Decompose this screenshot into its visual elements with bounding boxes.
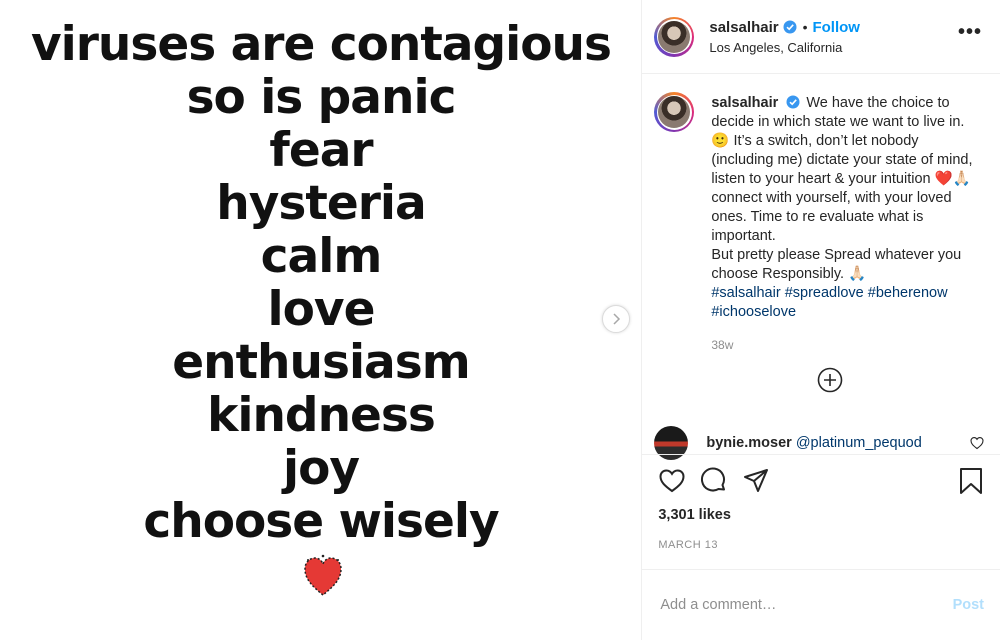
save-bookmark-icon[interactable] <box>958 467 984 495</box>
location-link[interactable]: Los Angeles, California <box>709 40 860 55</box>
verified-badge-icon <box>783 20 797 34</box>
poster-line: calm <box>260 229 383 284</box>
post-time[interactable]: 38w <box>711 336 977 355</box>
comment-text: bynie.moser @platinum_pequod <box>706 435 921 451</box>
poster-line: love <box>267 282 376 337</box>
commenter-username-link[interactable]: bynie.moser <box>706 435 791 451</box>
verified-badge-icon <box>786 95 800 109</box>
poster-line: viruses are contagious <box>31 17 612 72</box>
poster-line: so is panic <box>186 70 457 125</box>
load-more-comments-icon[interactable] <box>817 367 843 393</box>
post-actions: 3,301 likes MARCH 13 Post <box>642 454 1000 639</box>
poster-line: enthusiasm <box>172 335 470 390</box>
caption-username-link[interactable]: salsalhair <box>711 95 778 111</box>
poster-line: kindness <box>207 388 436 443</box>
instagram-post: viruses are contagious so is panic fear … <box>0 0 1000 640</box>
poster-line: hysteria <box>216 176 426 231</box>
poster-text: viruses are contagious so is panic fear … <box>0 17 641 549</box>
poster-line: fear <box>269 123 373 178</box>
hashtag-link[interactable]: #beherenow <box>868 285 948 301</box>
username-link[interactable]: salsalhair <box>709 19 778 36</box>
separator-dot: • <box>802 19 808 35</box>
share-paper-plane-icon[interactable] <box>742 467 770 495</box>
comment-input[interactable] <box>658 595 953 614</box>
hashtag-link[interactable]: #ichooselove <box>711 304 796 320</box>
heart-illustration-icon <box>304 554 342 596</box>
caption-text: salsalhair We have the choice to decide … <box>711 94 977 355</box>
like-heart-icon[interactable] <box>658 467 686 495</box>
avatar-image <box>658 96 691 128</box>
mention-link[interactable]: @platinum_pequod <box>796 435 922 451</box>
avatar-image <box>658 20 691 53</box>
poster-line: joy <box>282 441 360 496</box>
add-comment-bar: Post <box>642 569 1000 639</box>
avatar[interactable] <box>654 16 695 57</box>
likes-count[interactable]: 3,301 likes <box>658 507 731 523</box>
chevron-right-icon <box>613 313 621 325</box>
post-comment-button[interactable]: Post <box>953 597 984 613</box>
comment-bubble-icon[interactable] <box>700 467 728 495</box>
poster-line: choose wisely <box>143 494 499 549</box>
follow-button[interactable]: Follow <box>812 19 860 36</box>
hashtag-list: #salsalhair #spreadlove #beherenow #icho… <box>711 284 977 322</box>
next-slide-button[interactable] <box>602 305 630 333</box>
post-date[interactable]: MARCH 13 <box>658 539 718 551</box>
caption-paragraph: But pretty please Spread whatever you ch… <box>711 247 962 282</box>
hashtag-link[interactable]: #salsalhair <box>711 285 780 301</box>
post-image[interactable]: viruses are contagious so is panic fear … <box>0 0 643 640</box>
comment-like-icon[interactable] <box>970 436 984 450</box>
more-options-button[interactable]: ••• <box>958 22 982 42</box>
post-header: salsalhair • Follow Los Angeles, Califor… <box>642 0 1000 74</box>
post-sidebar: salsalhair • Follow Los Angeles, Califor… <box>642 0 1000 640</box>
caption-area: salsalhair We have the choice to decide … <box>642 74 1000 460</box>
caption-avatar[interactable] <box>654 92 695 132</box>
hashtag-link[interactable]: #spreadlove <box>785 285 864 301</box>
caption-paragraph: We have the choice to decide in which st… <box>711 95 973 244</box>
